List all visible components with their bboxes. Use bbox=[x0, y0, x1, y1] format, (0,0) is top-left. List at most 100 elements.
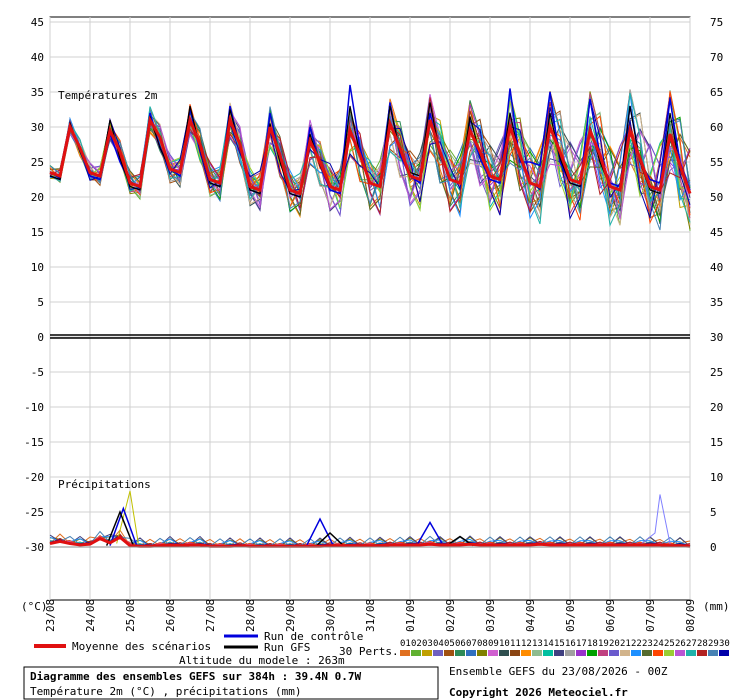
perturbation-legend-swatch bbox=[411, 650, 421, 656]
gefs-ensemble-chart: 45 7540 7035 6530 6025 5520 5015 4510 405 350 30-5… bbox=[0, 0, 740, 700]
perturbation-legend-swatch bbox=[576, 650, 586, 656]
perturbation-legend-swatch bbox=[466, 650, 476, 656]
precipitation-panel-label: Précipitations bbox=[58, 478, 151, 491]
date-tick-label: 07/09 bbox=[644, 599, 657, 632]
perturbation-legend-id: 16 bbox=[565, 639, 576, 649]
legend-mean-label: Moyenne des scénarios bbox=[72, 640, 211, 653]
perturbation-legend-id: 28 bbox=[697, 639, 708, 649]
date-tick-label: 30/08 bbox=[324, 599, 337, 632]
perturbation-legend-swatch bbox=[488, 650, 498, 656]
date-tick-label: 06/09 bbox=[604, 599, 617, 632]
left-tick-label: 20 bbox=[31, 191, 44, 204]
date-tick-label: 26/08 bbox=[164, 599, 177, 632]
perturbation-legend-id: 21 bbox=[620, 639, 631, 649]
right-tick-label: 70 bbox=[710, 51, 723, 64]
date-tick-label: 01/09 bbox=[404, 599, 417, 632]
date-tick-label: 31/08 bbox=[364, 599, 377, 632]
left-axis-unit: (°C) bbox=[21, 600, 48, 613]
left-tick-label: 5 bbox=[37, 296, 44, 309]
perturbation-legend-id: 25 bbox=[664, 639, 675, 649]
perturbation-legend-id: 19 bbox=[598, 639, 609, 649]
left-tick-label: -25 bbox=[24, 506, 44, 519]
right-tick-label: 40 bbox=[710, 261, 723, 274]
perturbation-legend-swatch bbox=[631, 650, 641, 656]
left-tick-label: 40 bbox=[31, 51, 44, 64]
perturbation-legend-id: 20 bbox=[609, 639, 620, 649]
perturbation-legend-id: 15 bbox=[554, 639, 565, 649]
temperature-panel-label: Températures 2m bbox=[58, 89, 158, 102]
perturbation-legend-swatch bbox=[653, 650, 663, 656]
left-tick-label: 25 bbox=[31, 156, 44, 169]
left-tick-label: 45 bbox=[31, 16, 44, 29]
right-tick-label: 25 bbox=[710, 366, 723, 379]
perturbation-legend-id: 08 bbox=[477, 639, 488, 649]
perturbation-legend-swatch bbox=[708, 650, 718, 656]
perturbation-legend-id: 05 bbox=[444, 639, 455, 649]
left-tick-label: -20 bbox=[24, 471, 44, 484]
right-tick-label: 50 bbox=[710, 191, 723, 204]
right-tick-label: 30 bbox=[710, 331, 723, 344]
perturbation-legend-id: 09 bbox=[488, 639, 499, 649]
perturbation-legend-swatch bbox=[697, 650, 707, 656]
perturbation-legend-swatch bbox=[675, 650, 685, 656]
perturbation-legend-id: 07 bbox=[466, 639, 477, 649]
right-tick-label: 65 bbox=[710, 86, 723, 99]
date-tick-label: 24/08 bbox=[84, 599, 97, 632]
perturbation-legend-swatch bbox=[620, 650, 630, 656]
date-tick-label: 28/08 bbox=[244, 599, 257, 632]
perturbation-legend-id: 03 bbox=[422, 639, 433, 649]
perturbation-legend-swatch bbox=[444, 650, 454, 656]
perturbation-legend-swatch bbox=[422, 650, 432, 656]
right-tick-label: 10 bbox=[710, 471, 723, 484]
perturbation-legend-id: 14 bbox=[543, 639, 554, 649]
perturbation-legend-swatch bbox=[554, 650, 564, 656]
legend-gfs-label: Run GFS bbox=[264, 641, 310, 654]
chart-subtitle: Température 2m (°C) , précipitations (mm… bbox=[30, 685, 302, 698]
perturbation-legend-id: 12 bbox=[521, 639, 532, 649]
perturbation-legend-id: 11 bbox=[510, 639, 521, 649]
left-tick-label: 15 bbox=[31, 226, 44, 239]
date-tick-label: 29/08 bbox=[284, 599, 297, 632]
left-tick-label: 10 bbox=[31, 261, 44, 274]
left-tick-label: -5 bbox=[31, 366, 44, 379]
perturbation-legend-swatch bbox=[543, 650, 553, 656]
perturbation-legend-id: 13 bbox=[532, 639, 543, 649]
left-tick-label: -30 bbox=[24, 541, 44, 554]
perturbation-legend-id: 23 bbox=[642, 639, 653, 649]
right-tick-label: 0 bbox=[710, 541, 717, 554]
right-tick-label: 45 bbox=[710, 226, 723, 239]
perturbations-label: 30 Perts. bbox=[339, 645, 399, 658]
right-tick-label: 60 bbox=[710, 121, 723, 134]
date-tick-label: 03/09 bbox=[484, 599, 497, 632]
perturbation-legend-swatch bbox=[400, 650, 410, 656]
perturbation-legend-id: 29 bbox=[708, 639, 719, 649]
left-tick-label: -15 bbox=[24, 436, 44, 449]
date-tick-label: 25/08 bbox=[124, 599, 137, 632]
perturbation-legend-swatch bbox=[521, 650, 531, 656]
right-tick-label: 20 bbox=[710, 401, 723, 414]
altitude-label: Altitude du modele : 263m bbox=[179, 654, 345, 667]
perturbation-legend-swatch bbox=[664, 650, 674, 656]
perturbation-legend-id: 18 bbox=[587, 639, 598, 649]
perturbation-legend-swatch bbox=[510, 650, 520, 656]
right-tick-label: 15 bbox=[710, 436, 723, 449]
right-tick-label: 35 bbox=[710, 296, 723, 309]
run-info: Ensemble GEFS du 23/08/2026 - 00Z bbox=[449, 665, 668, 678]
perturbation-legend-swatch bbox=[686, 650, 696, 656]
date-tick-label: 05/09 bbox=[564, 599, 577, 632]
chart-title: Diagramme des ensembles GEFS sur 384h : … bbox=[30, 670, 362, 683]
perturbation-legend-id: 27 bbox=[686, 639, 697, 649]
perturbation-legend-swatch bbox=[642, 650, 652, 656]
date-tick-label: 02/09 bbox=[444, 599, 457, 632]
perturbation-legend-id: 22 bbox=[631, 639, 642, 649]
perturbation-legend-id: 26 bbox=[675, 639, 686, 649]
perturbation-legend-id: 06 bbox=[455, 639, 466, 649]
perturbation-legend-id: 01 bbox=[400, 639, 411, 649]
date-tick-label: 04/09 bbox=[524, 599, 537, 632]
perturbation-legend-id: 02 bbox=[411, 639, 422, 649]
date-tick-label: 08/09 bbox=[684, 599, 697, 632]
left-tick-label: 35 bbox=[31, 86, 44, 99]
perturbation-legend-swatch bbox=[477, 650, 487, 656]
date-tick-label: 27/08 bbox=[204, 599, 217, 632]
perturbation-legend-swatch bbox=[565, 650, 575, 656]
